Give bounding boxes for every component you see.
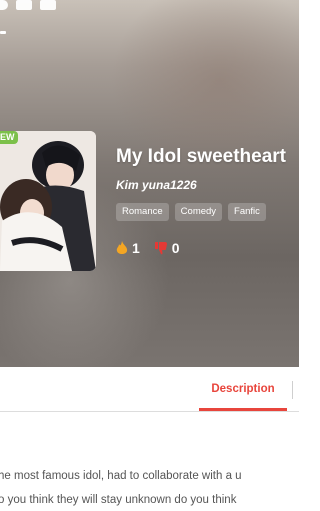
active-tab-indicator (199, 408, 287, 411)
dislike-stat[interactable]: 0 (154, 240, 180, 256)
tag-romance[interactable]: Romance (116, 203, 169, 221)
new-badge: EW (0, 131, 18, 144)
genre-tags: Romance Comedy Fanfic (116, 203, 266, 221)
tag-comedy[interactable]: Comedy (174, 203, 223, 221)
reaction-stats: 1 0 (116, 240, 180, 256)
like-stat[interactable]: 1 (116, 240, 140, 256)
video-icon[interactable] (40, 0, 56, 10)
tag-fanfic[interactable]: Fanfic (228, 203, 266, 221)
book-description: he most famous idol, had to collaborate … (0, 464, 318, 511)
thumbs-down-icon (154, 242, 167, 255)
cover-illustration (0, 131, 96, 271)
book-title: My Idol sweetheart (116, 146, 286, 167)
back-icon[interactable] (0, 0, 8, 10)
tab-description[interactable]: Description (199, 367, 287, 412)
description-line: he most famous idol, had to collaborate … (0, 470, 242, 482)
top-toolbar (0, 0, 56, 14)
dislike-count: 0 (171, 240, 180, 256)
book-author[interactable]: Kim yuna1226 (116, 178, 197, 192)
collapse-icon[interactable] (0, 31, 6, 34)
description-line: o you think they will stay unknown do yo… (0, 494, 237, 506)
tab-bar: Description (0, 367, 299, 412)
tab-divider (292, 381, 299, 399)
like-count: 1 (132, 240, 140, 256)
fire-icon (116, 240, 128, 254)
image-icon[interactable] (16, 0, 32, 10)
book-cover[interactable] (0, 131, 96, 271)
